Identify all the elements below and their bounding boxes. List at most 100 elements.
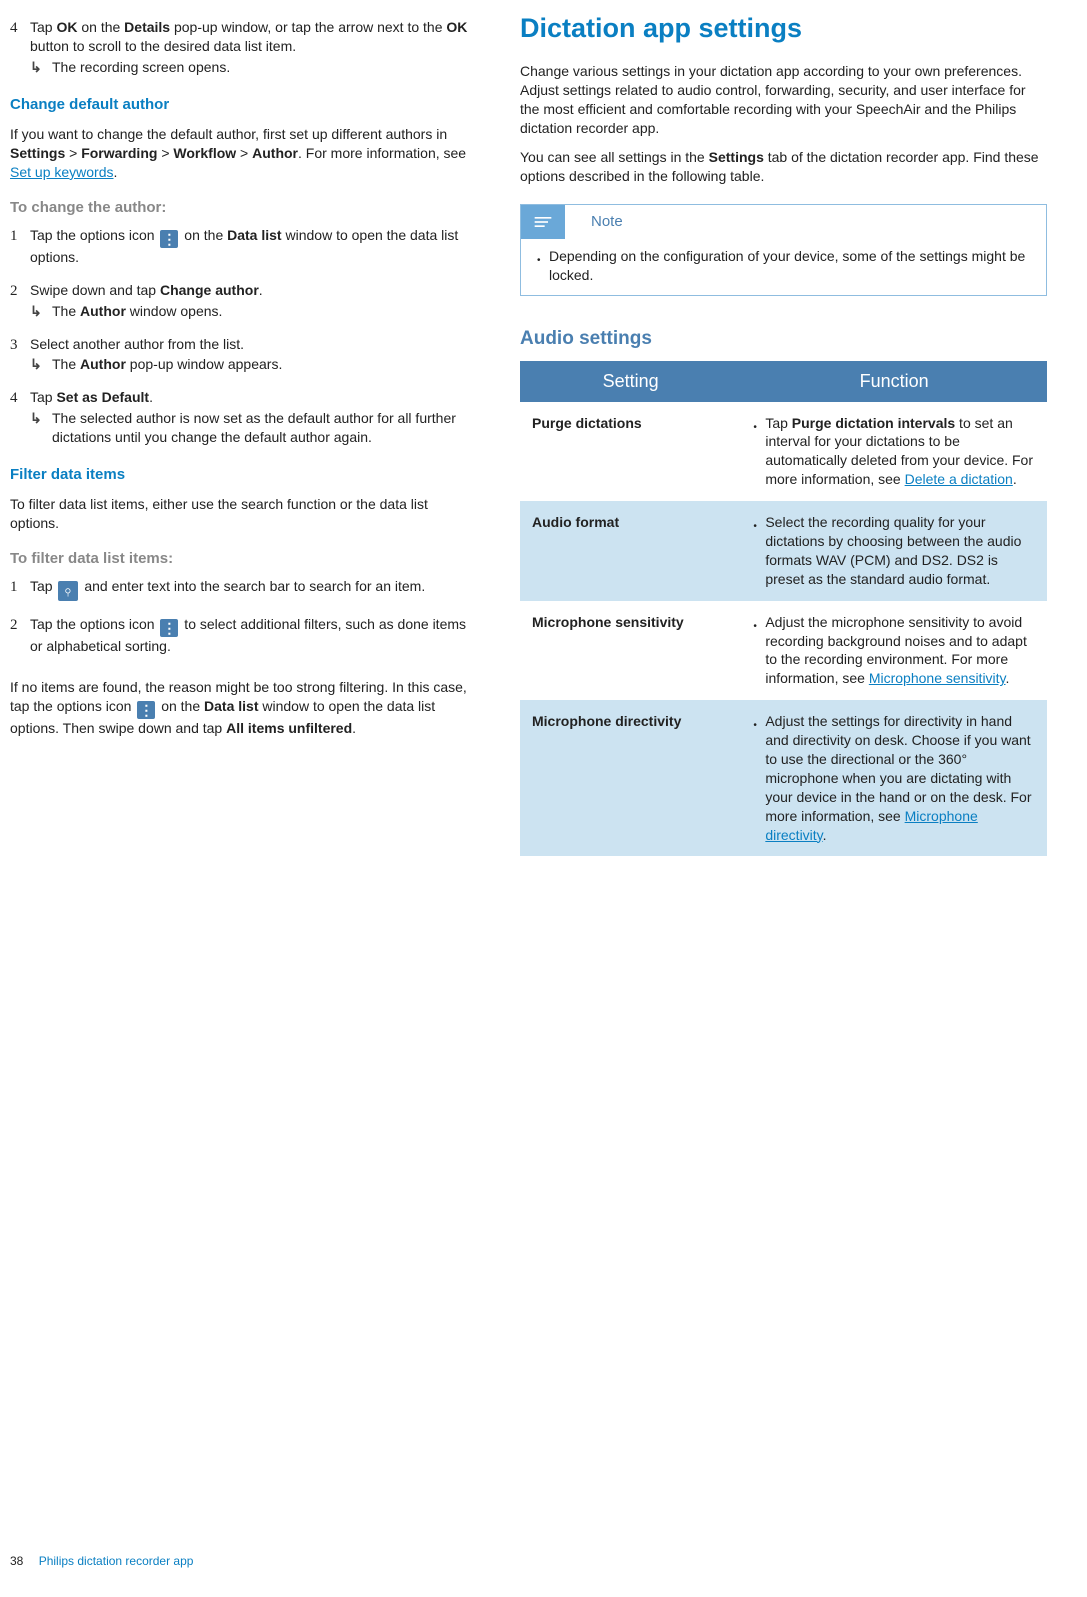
step-list-continued: 4 Tap OK on the Details pop-up window, o…	[10, 18, 480, 77]
bullet-icon	[753, 712, 765, 844]
setting-function: Select the recording quality for your di…	[741, 501, 1047, 601]
step-result: The recording screen opens.	[30, 58, 480, 77]
author-steps: 1 Tap the options icon on the Data list …	[10, 226, 480, 447]
step-number: 2	[10, 281, 30, 301]
text: and enter text into the search bar to se…	[80, 578, 425, 594]
step-number: 1	[10, 577, 30, 597]
table-row: Microphone sensitivity Adjust the microp…	[520, 601, 1047, 701]
bullet-icon	[753, 513, 765, 589]
paragraph: If you want to change the default author…	[10, 125, 480, 182]
text: >	[236, 145, 252, 161]
bold: OK	[56, 19, 77, 35]
step-number: 3	[10, 335, 30, 355]
bold: Author	[252, 145, 298, 161]
result-arrow-icon	[30, 302, 52, 321]
text: >	[65, 145, 81, 161]
text: on the	[180, 227, 227, 243]
step: 1 Tap the options icon on the Data list …	[10, 226, 480, 267]
text: pop-up window, or tap the arrow next to …	[170, 19, 446, 35]
setting-function: Tap Purge dictation intervals to set an …	[741, 402, 1047, 502]
note-head: Note	[521, 205, 1046, 239]
bold: Workflow	[173, 145, 236, 161]
result-text: The recording screen opens.	[52, 58, 480, 77]
page: 4 Tap OK on the Details pop-up window, o…	[0, 0, 1087, 1597]
lead-filter: To filter data list items:	[10, 549, 480, 569]
bold: Data list	[204, 698, 258, 714]
step-number: 4	[10, 388, 30, 408]
step: 2 Tap the options icon to select additio…	[10, 615, 480, 656]
more-options-icon	[160, 230, 178, 248]
heading-filter-data: Filter data items	[10, 465, 480, 485]
heading-change-author: Change default author	[10, 95, 480, 115]
bold: All items unfiltered	[226, 720, 352, 736]
filter-steps: 1 Tap and enter text into the search bar…	[10, 577, 480, 656]
link-set-up-keywords[interactable]: Set up keywords	[10, 164, 114, 180]
more-options-icon	[137, 701, 155, 719]
bold: Details	[124, 19, 170, 35]
text: . For more information, see	[298, 145, 466, 161]
text: Tap	[30, 19, 56, 35]
search-icon	[58, 581, 78, 601]
step-result: The Author pop-up window appears.	[30, 355, 480, 374]
bold: Settings	[709, 149, 764, 165]
setting-name: Microphone directivity	[520, 700, 741, 856]
chapter-name: Philips dictation recorder app	[39, 1554, 194, 1568]
setting-name: Audio format	[520, 501, 741, 601]
text: >	[157, 145, 173, 161]
right-column: Dictation app settings Change various se…	[520, 10, 1047, 1557]
step: 4 Tap Set as Default. The selected autho…	[10, 388, 480, 447]
note-text: Depending on the configuration of your d…	[549, 247, 1036, 285]
bold: Data list	[227, 227, 281, 243]
text: Tap	[30, 389, 56, 405]
text: Tap the options icon	[30, 616, 158, 632]
audio-settings-table: Setting Function Purge dictations Tap Pu…	[520, 361, 1047, 856]
link-delete-dictation[interactable]: Delete a dictation	[905, 471, 1013, 487]
text: Tap	[30, 578, 56, 594]
text: on the	[77, 19, 124, 35]
step-result: The selected author is now set as the de…	[30, 409, 480, 447]
text: You can see all settings in the	[520, 149, 709, 165]
setting-name: Purge dictations	[520, 402, 741, 502]
paragraph: You can see all settings in the Settings…	[520, 148, 1047, 186]
bold: OK	[446, 19, 467, 35]
text: .	[149, 389, 153, 405]
paragraph: If no items are found, the reason might …	[10, 678, 480, 738]
lead-change-author: To change the author:	[10, 198, 480, 218]
step-number: 4	[10, 18, 30, 38]
text: .	[114, 164, 118, 180]
text: Select another author from the list.	[30, 336, 244, 352]
setting-function: Adjust the settings for directivity in h…	[741, 700, 1047, 856]
result-arrow-icon	[30, 409, 52, 428]
note-body: Depending on the configuration of your d…	[521, 239, 1046, 295]
paragraph: To filter data list items, either use th…	[10, 495, 480, 533]
heading-audio-settings: Audio settings	[520, 326, 1047, 352]
step-number: 2	[10, 615, 30, 635]
text: If you want to change the default author…	[10, 126, 447, 142]
note-box: Note Depending on the configuration of y…	[520, 204, 1047, 296]
link-mic-sensitivity[interactable]: Microphone sensitivity	[869, 670, 1006, 686]
step-result: The Author window opens.	[30, 302, 480, 321]
bold: Change author	[160, 282, 259, 298]
step: 1 Tap and enter text into the search bar…	[10, 577, 480, 601]
text: Tap the options icon	[30, 227, 158, 243]
result-text: The selected author is now set as the de…	[52, 409, 480, 447]
bullet-icon	[537, 247, 549, 285]
setting-function: Adjust the microphone sensitivity to avo…	[741, 601, 1047, 701]
note-label: Note	[565, 212, 623, 232]
paragraph: Change various settings in your dictatio…	[520, 62, 1047, 138]
left-column: 4 Tap OK on the Details pop-up window, o…	[10, 10, 480, 1557]
result-arrow-icon	[30, 355, 52, 374]
text: .	[259, 282, 263, 298]
setting-name: Microphone sensitivity	[520, 601, 741, 701]
page-number: 38	[10, 1554, 23, 1568]
text: on the	[157, 698, 204, 714]
text: .	[352, 720, 356, 736]
bold: Forwarding	[81, 145, 157, 161]
result-arrow-icon	[30, 58, 52, 77]
col-header-setting: Setting	[520, 361, 741, 401]
step-number: 1	[10, 226, 30, 246]
col-header-function: Function	[741, 361, 1047, 401]
note-icon	[521, 205, 565, 239]
bullet-icon	[753, 613, 765, 689]
bullet-icon	[753, 414, 765, 490]
